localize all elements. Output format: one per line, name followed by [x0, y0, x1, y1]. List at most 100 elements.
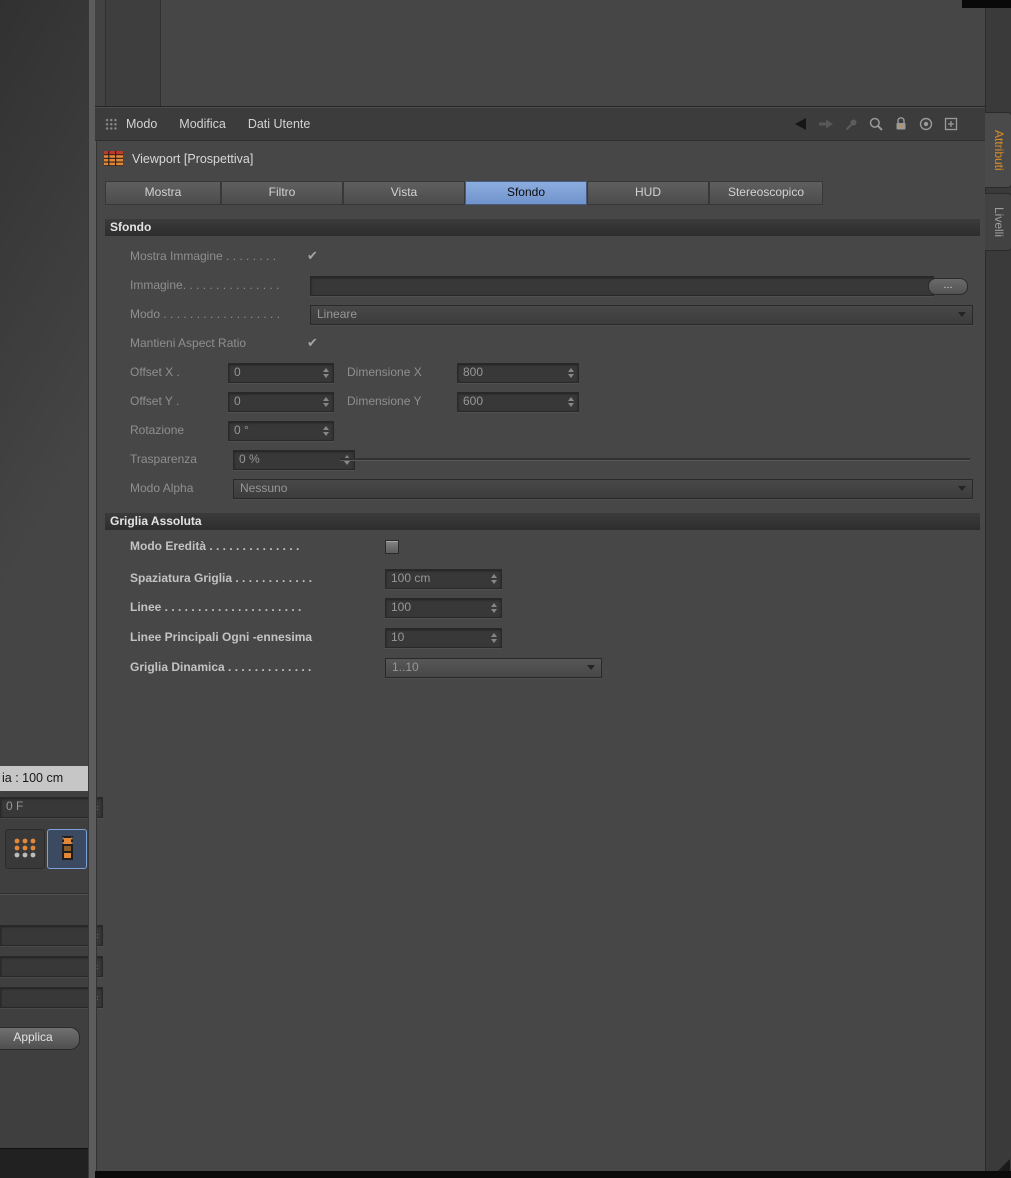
spinner-icon[interactable] [491, 574, 498, 585]
dropdown-arrow-icon [958, 486, 966, 491]
spinner-icon[interactable] [568, 368, 575, 379]
upper-panel-remnant [95, 0, 985, 107]
griglia-dinamica-label: Griglia Dinamica . . . . . . . . . . . .… [130, 660, 312, 674]
new-panel-icon[interactable] [943, 116, 959, 132]
linee-value: 100 [391, 600, 412, 614]
tab-stereoscopico[interactable]: Stereoscopico [709, 181, 823, 205]
tab-mostra[interactable]: Mostra [105, 181, 221, 205]
left-panel: ia : 100 cm 0 F Applica [0, 0, 103, 1178]
tab-vista[interactable]: Vista [343, 181, 465, 205]
modo-label: Modo . . . . . . . . . . . . . . . . . . [130, 307, 281, 321]
modo-alpha-value: Nessuno [240, 481, 288, 495]
mostra-immagine-checkbox[interactable]: ✔ [307, 246, 318, 266]
trasparenza-field[interactable]: 0 % [233, 450, 355, 470]
offset-y-field[interactable]: 0 [228, 392, 334, 412]
left-bottom-bar [0, 1148, 88, 1178]
dropdown-arrow-icon [958, 312, 966, 317]
grid-size-status: ia : 100 cm [0, 766, 90, 791]
bottom-edge [95, 1171, 1011, 1178]
spinner-icon[interactable] [323, 368, 330, 379]
spaziatura-field[interactable]: 100 cm [385, 569, 502, 589]
viewport-icon [104, 151, 123, 169]
pin-icon[interactable] [844, 117, 859, 132]
offset-x-value: 0 [234, 365, 241, 379]
spinner-icon[interactable] [491, 603, 498, 614]
spinner-icon[interactable] [491, 633, 498, 644]
remnant-margin [95, 0, 105, 106]
dopesheet-mode-button[interactable] [5, 829, 45, 869]
rotazione-value: 0 ° [234, 423, 249, 437]
offset-y-value: 0 [234, 394, 241, 408]
trasparenza-value: 0 % [239, 452, 260, 466]
resize-grip[interactable] [998, 1159, 1010, 1171]
linee-principali-field[interactable]: 10 [385, 628, 502, 648]
mostra-immagine-label: Mostra Immagine . . . . . . . . [130, 249, 277, 263]
history-back-icon[interactable] [791, 117, 808, 131]
tab-filtro[interactable]: Filtro [221, 181, 343, 205]
spinner-icon[interactable] [568, 397, 575, 408]
object-title: Viewport [Prospettiva] [132, 152, 254, 166]
spinner-icon[interactable] [323, 426, 330, 437]
linee-principali-value: 10 [391, 630, 405, 644]
aspect-ratio-label: Mantieni Aspect Ratio [130, 336, 247, 350]
offset-x-label: Offset X . [130, 365, 180, 379]
side-tab-livelli[interactable]: Livelli [985, 193, 1011, 251]
divider [0, 893, 88, 895]
tab-sfondo[interactable]: Sfondo [465, 181, 587, 205]
fcurve-mode-button[interactable] [47, 829, 87, 869]
spinner-icon[interactable] [323, 397, 330, 408]
object-title-row: Viewport [Prospettiva] [95, 140, 985, 180]
dropdown-arrow-icon [587, 665, 595, 670]
attribute-tabs: Mostra Filtro Vista Sfondo HUD Stereosco… [95, 181, 985, 205]
menu-modo[interactable]: Modo [126, 117, 157, 131]
dimensione-y-label: Dimensione Y [347, 394, 422, 408]
search-icon[interactable] [868, 116, 884, 132]
dots-mode-icon [12, 835, 38, 864]
modo-dropdown[interactable]: Lineare [310, 305, 973, 325]
spaziatura-label: Spaziatura Griglia . . . . . . . . . . .… [130, 571, 313, 585]
top-black-strip [962, 0, 1011, 8]
spaziatura-value: 100 cm [391, 571, 431, 585]
tab-hud[interactable]: HUD [587, 181, 709, 205]
attribute-menu-bar: Modo Modifica Dati Utente [95, 107, 985, 141]
trasparenza-label: Trasparenza [130, 452, 197, 466]
offset-y-label: Offset Y . [130, 394, 180, 408]
modo-eredita-checkbox[interactable] [385, 540, 399, 554]
linee-label: Linee . . . . . . . . . . . . . . . . . … [130, 600, 302, 614]
linee-field[interactable]: 100 [385, 598, 502, 618]
side-tab-attributi[interactable]: Attributi [985, 112, 1011, 188]
dimensione-y-field[interactable]: 600 [457, 392, 579, 412]
apply-button[interactable]: Applica [0, 1027, 80, 1050]
focus-icon[interactable] [918, 116, 934, 132]
dimensione-x-field[interactable]: 800 [457, 363, 579, 383]
viewport-edge [0, 0, 88, 766]
remnant-line [160, 0, 161, 106]
menu-dati-utente[interactable]: Dati Utente [248, 117, 311, 131]
modo-alpha-label: Modo Alpha [130, 481, 194, 495]
dimensione-x-label: Dimensione X [347, 365, 422, 379]
aspect-ratio-checkbox[interactable]: ✔ [307, 333, 318, 353]
browse-button[interactable]: ... [928, 278, 968, 295]
drag-handle-icon[interactable] [104, 117, 117, 130]
modo-alpha-dropdown[interactable]: Nessuno [233, 479, 973, 499]
immagine-input[interactable] [310, 276, 934, 296]
remnant-column [106, 0, 160, 106]
cinema4d-attribute-manager: ia : 100 cm 0 F Applica Modo Modifica Da… [0, 0, 1011, 1178]
immagine-label: Immagine. . . . . . . . . . . . . . . [130, 278, 280, 292]
griglia-dinamica-dropdown[interactable]: 1..10 [385, 658, 602, 678]
lock-icon[interactable] [893, 116, 909, 132]
trasparenza-slider[interactable] [340, 458, 970, 461]
offset-x-field[interactable]: 0 [228, 363, 334, 383]
section-header-griglia[interactable]: Griglia Assoluta [105, 512, 980, 530]
griglia-dinamica-value: 1..10 [392, 660, 419, 674]
section-header-sfondo[interactable]: Sfondo [105, 218, 980, 236]
rotazione-field[interactable]: 0 ° [228, 421, 334, 441]
dimensione-y-value: 600 [463, 394, 484, 408]
menu-modifica[interactable]: Modifica [179, 117, 226, 131]
linee-principali-label: Linee Principali Ogni -ennesima [130, 630, 313, 644]
rotazione-label: Rotazione [130, 423, 185, 437]
modo-eredita-label: Modo Eredità . . . . . . . . . . . . . . [130, 539, 300, 553]
history-forward-icon[interactable] [817, 117, 835, 131]
film-mode-icon [54, 835, 80, 864]
modo-value: Lineare [317, 307, 358, 321]
